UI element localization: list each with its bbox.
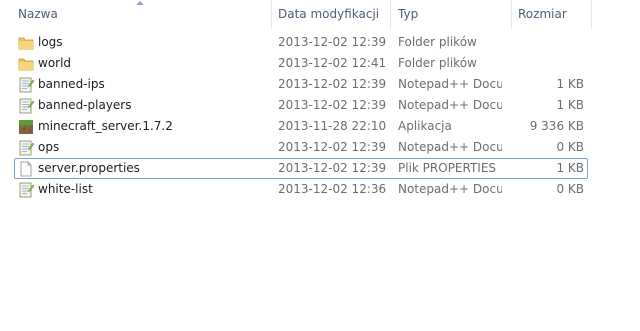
file-name: ops <box>38 140 60 154</box>
file-type: Notepad++ Docu... <box>398 182 502 196</box>
file-date: 2013-12-02 12:39 <box>278 35 387 49</box>
file-type: Notepad++ Docu... <box>398 98 502 112</box>
file-type: Folder plików <box>398 35 477 49</box>
folder-icon <box>18 56 34 72</box>
file-row-banned-players[interactable]: banned-players 2013-12-02 12:39 Notepad+… <box>0 95 640 116</box>
file-row-world[interactable]: world 2013-12-02 12:41 Folder plików <box>0 53 640 74</box>
file-explorer-details-view: Nazwa Data modyfikacji Typ Rozmiar logs … <box>0 0 640 331</box>
file-date: 2013-12-02 12:39 <box>278 140 387 154</box>
column-header-name[interactable]: Nazwa <box>18 0 58 29</box>
file-size: 1 KB <box>556 98 584 112</box>
column-header-bar: Nazwa Data modyfikacji Typ Rozmiar <box>0 0 640 29</box>
file-name: server.properties <box>38 161 140 175</box>
column-divider[interactable] <box>271 0 272 29</box>
file-list: logs 2013-12-02 12:39 Folder plików worl… <box>0 32 640 200</box>
file-row-server-properties[interactable]: server.properties 2013-12-02 12:39 Plik … <box>0 158 640 179</box>
file-size: 1 KB <box>556 161 584 175</box>
file-row-white-list[interactable]: white-list 2013-12-02 12:36 Notepad++ Do… <box>0 179 640 200</box>
file-date: 2013-12-02 12:36 <box>278 182 387 196</box>
column-divider[interactable] <box>591 0 592 29</box>
file-row-minecraft-server[interactable]: minecraft_server.1.7.2 2013-11-28 22:10 … <box>0 116 640 137</box>
file-date: 2013-12-02 12:39 <box>278 77 387 91</box>
file-name: minecraft_server.1.7.2 <box>38 119 173 133</box>
minecraft-grass-block-icon <box>18 119 34 135</box>
file-date: 2013-12-02 12:41 <box>278 56 387 70</box>
file-row-ops[interactable]: ops 2013-12-02 12:39 Notepad++ Docu... 0… <box>0 137 640 158</box>
file-size: 1 KB <box>556 77 584 91</box>
file-row-logs[interactable]: logs 2013-12-02 12:39 Folder plików <box>0 32 640 53</box>
notepad-document-icon <box>18 98 34 114</box>
blank-file-icon <box>18 161 34 177</box>
file-date: 2013-11-28 22:10 <box>278 119 387 133</box>
file-size: 0 KB <box>556 182 584 196</box>
file-name: logs <box>38 35 63 49</box>
file-row-banned-ips[interactable]: banned-ips 2013-12-02 12:39 Notepad++ Do… <box>0 74 640 95</box>
notepad-document-icon <box>18 182 34 198</box>
notepad-document-icon <box>18 140 34 156</box>
folder-icon <box>18 35 34 51</box>
column-divider[interactable] <box>390 0 391 29</box>
file-date: 2013-12-02 12:39 <box>278 98 387 112</box>
file-size: 0 KB <box>556 140 584 154</box>
file-name: white-list <box>38 182 93 196</box>
file-name: banned-ips <box>38 77 105 91</box>
file-name: world <box>38 56 72 70</box>
column-divider[interactable] <box>511 0 512 29</box>
column-header-date[interactable]: Data modyfikacji <box>278 0 379 29</box>
column-header-size[interactable]: Rozmiar <box>518 0 567 29</box>
file-type: Notepad++ Docu... <box>398 77 502 91</box>
file-type: Plik PROPERTIES <box>398 161 497 175</box>
file-size: 9 336 KB <box>529 119 584 133</box>
sort-ascending-icon <box>136 1 144 5</box>
file-type: Aplikacja <box>398 119 452 133</box>
file-type: Notepad++ Docu... <box>398 140 502 154</box>
file-date: 2013-12-02 12:39 <box>278 161 387 175</box>
file-name: banned-players <box>38 98 132 112</box>
column-header-type[interactable]: Typ <box>398 0 418 29</box>
file-type: Folder plików <box>398 56 477 70</box>
notepad-document-icon <box>18 77 34 93</box>
